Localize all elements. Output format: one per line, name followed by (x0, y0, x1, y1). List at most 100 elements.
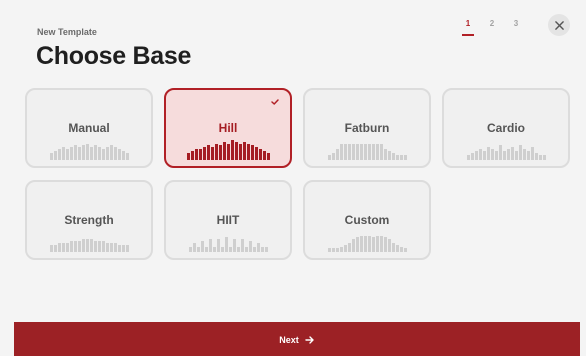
profile-bar (383, 237, 387, 252)
profile-bar (379, 144, 383, 160)
profile-bar (244, 247, 248, 252)
profile-bar (214, 144, 218, 160)
profile-bar (65, 243, 69, 252)
profile-bar (331, 153, 335, 160)
profile-bar (230, 140, 234, 160)
profile-bar (514, 151, 518, 160)
profile-bar (190, 151, 194, 160)
profile-bar (81, 145, 85, 160)
profile-bar (371, 237, 375, 252)
profile-bar (222, 142, 226, 160)
profile-bar (359, 144, 363, 160)
profile-bar (526, 151, 530, 160)
profile-bar (347, 243, 351, 252)
template-card-hiit[interactable]: HIIT (164, 180, 292, 260)
profile-bar (518, 145, 522, 160)
profile-bar (339, 144, 343, 160)
template-card-manual[interactable]: Manual (25, 88, 153, 168)
profile-bar (49, 153, 53, 160)
profile-bar (224, 237, 228, 252)
profile-bar (208, 239, 212, 252)
profile-bar (85, 239, 89, 252)
profile-bar (240, 239, 244, 252)
intensity-profile (36, 224, 142, 252)
profile-bar (202, 147, 206, 160)
profile-bar (204, 247, 208, 252)
profile-bar (105, 243, 109, 252)
profile-bar (212, 247, 216, 252)
profile-bar (81, 239, 85, 252)
profile-bar (49, 245, 53, 252)
profile-bar (367, 144, 371, 160)
profile-bar (248, 241, 252, 252)
profile-bar (121, 245, 125, 252)
step-2[interactable]: 2 (480, 19, 504, 28)
step-3[interactable]: 3 (504, 19, 528, 28)
profile-bar (258, 149, 262, 160)
template-card-hill[interactable]: Hill (164, 88, 292, 168)
profile-bar (347, 144, 351, 160)
profile-bar (192, 243, 196, 252)
profile-bar (113, 243, 117, 252)
profile-bar (351, 239, 355, 252)
profile-bar (363, 144, 367, 160)
profile-bar (105, 147, 109, 160)
profile-bar (371, 144, 375, 160)
header-subtitle: New Template (37, 27, 97, 37)
next-button[interactable]: Next (14, 322, 580, 356)
intensity-profile (36, 132, 142, 160)
profile-bar (395, 155, 399, 160)
profile-bar (387, 151, 391, 160)
profile-bar (234, 142, 238, 160)
profile-bar (101, 149, 105, 160)
profile-bar (101, 241, 105, 252)
profile-bar (77, 241, 81, 252)
profile-bar (93, 145, 97, 160)
template-card-custom[interactable]: Custom (303, 180, 431, 260)
next-label: Next (279, 335, 299, 345)
profile-bar (186, 153, 190, 160)
profile-bar (57, 243, 61, 252)
profile-bar (65, 149, 69, 160)
arrow-right-icon (305, 336, 314, 344)
profile-bar (260, 247, 264, 252)
profile-bar (57, 149, 61, 160)
profile-bar (226, 144, 230, 160)
profile-bar (359, 236, 363, 252)
profile-bar (387, 239, 391, 252)
profile-bar (188, 247, 192, 252)
profile-bar (242, 142, 246, 160)
profile-bar (125, 245, 129, 252)
profile-bar (335, 149, 339, 160)
profile-bar (61, 147, 65, 160)
profile-bar (252, 247, 256, 252)
close-button[interactable] (548, 14, 570, 36)
profile-bar (375, 236, 379, 252)
profile-bar (482, 151, 486, 160)
page-title: Choose Base (36, 42, 192, 70)
profile-bar (343, 144, 347, 160)
profile-bar (97, 241, 101, 252)
profile-bar (200, 241, 204, 252)
profile-bar (403, 248, 407, 252)
profile-bar (216, 239, 220, 252)
profile-bar (498, 145, 502, 160)
profile-bar (355, 144, 359, 160)
profile-bar (343, 245, 347, 252)
step-1[interactable]: 1 (456, 19, 480, 36)
profile-bar (399, 155, 403, 160)
profile-bar (113, 147, 117, 160)
intensity-profile (175, 132, 281, 160)
step-indicator: 1 2 3 (456, 19, 528, 36)
template-card-cardio[interactable]: Cardio (442, 88, 570, 168)
template-card-strength[interactable]: Strength (25, 180, 153, 260)
profile-bar (266, 153, 270, 160)
intensity-profile (314, 224, 420, 252)
profile-bar (73, 241, 77, 252)
profile-bar (85, 144, 89, 160)
profile-bar (538, 155, 542, 160)
template-card-fatburn[interactable]: Fatburn (303, 88, 431, 168)
profile-bar (339, 247, 343, 252)
profile-bar (391, 153, 395, 160)
profile-bar (331, 248, 335, 252)
